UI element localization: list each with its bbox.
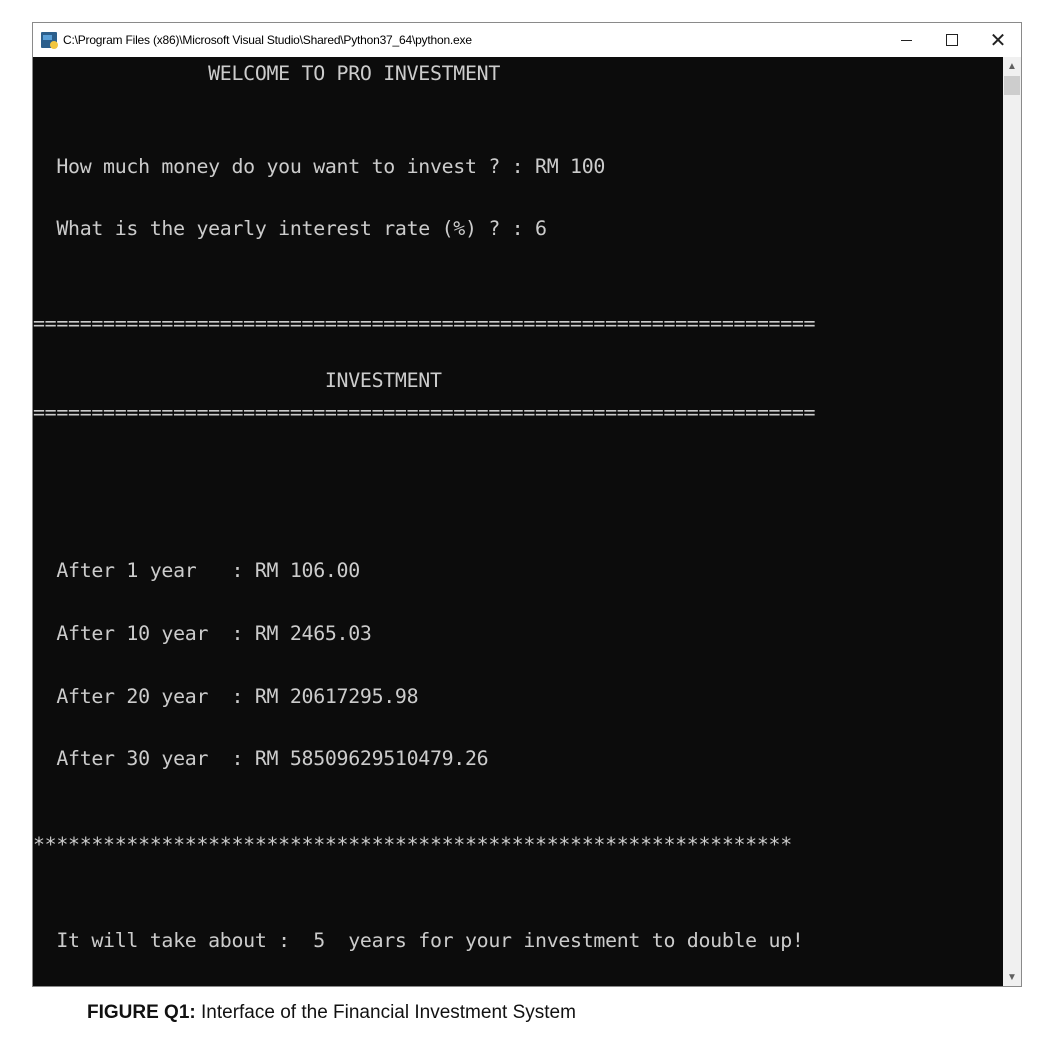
maximize-button[interactable] <box>929 23 975 57</box>
separator-star-line: ****************************************… <box>33 833 792 856</box>
console-window: C:\Program Files (x86)\Microsoft Visual … <box>32 22 1022 987</box>
result-row: After 30 year : RM 58509629510479.26 <box>33 747 489 770</box>
window-controls: ✕ <box>883 23 1021 57</box>
minimize-button[interactable] <box>883 23 929 57</box>
vertical-scrollbar[interactable]: ▲ ▼ <box>1003 57 1021 986</box>
chevron-down-icon: ▼ <box>1007 971 1017 983</box>
result-row: After 1 year : RM 106.00 <box>33 559 360 582</box>
prompt-interest-rate: What is the yearly interest rate (%) ? :… <box>33 217 547 240</box>
section-title-investment: INVESTMENT <box>33 369 442 392</box>
separator-line: ========================================… <box>33 312 816 335</box>
doubling-message: It will take about : 5 years for your in… <box>33 929 804 952</box>
result-row: After 10 year : RM 2465.03 <box>33 622 372 645</box>
close-button[interactable]: ✕ <box>975 23 1021 57</box>
title-bar[interactable]: C:\Program Files (x86)\Microsoft Visual … <box>33 23 1021 57</box>
figure-caption-text: Interface of the Financial Investment Sy… <box>195 1002 576 1023</box>
separator-line: ========================================… <box>33 401 816 424</box>
welcome-heading: WELCOME TO PRO INVESTMENT <box>33 62 501 85</box>
close-icon: ✕ <box>989 29 1007 52</box>
maximize-icon <box>946 34 958 46</box>
prompt-invest-amount: How much money do you want to invest ? :… <box>33 155 606 178</box>
python-app-icon <box>41 32 58 49</box>
chevron-up-icon: ▲ <box>1007 60 1017 72</box>
figure-label: FIGURE Q1: <box>87 1002 196 1023</box>
window-title: C:\Program Files (x86)\Microsoft Visual … <box>63 33 472 47</box>
scroll-down-button[interactable]: ▼ <box>1003 968 1021 986</box>
minimize-icon <box>900 39 912 41</box>
console-output[interactable]: WELCOME TO PRO INVESTMENT How much money… <box>33 57 1003 986</box>
scrollbar-thumb[interactable] <box>1004 76 1020 95</box>
result-row: After 20 year : RM 20617295.98 <box>33 685 419 708</box>
figure-caption: FIGURE Q1: Interface of the Financial In… <box>87 1002 576 1024</box>
scroll-up-button[interactable]: ▲ <box>1003 57 1021 75</box>
